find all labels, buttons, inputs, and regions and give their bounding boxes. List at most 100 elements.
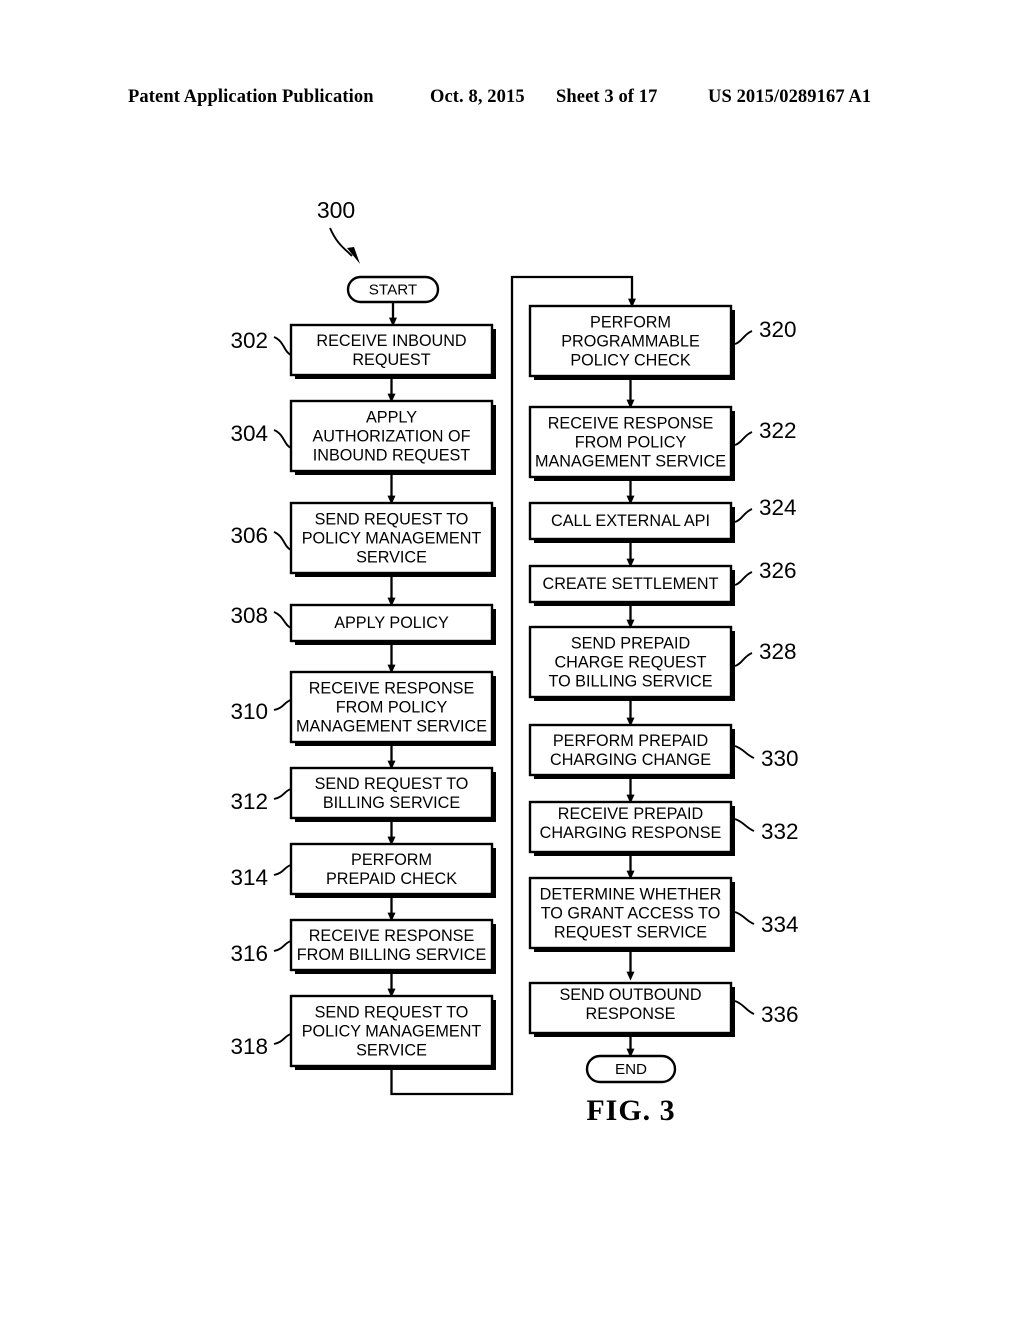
box-310-line-3: MANAGEMENT SERVICE [296,717,487,735]
box-310-line-1: RECEIVE RESPONSE [309,679,475,697]
end-terminator: END [585,1054,677,1084]
figure-300-flowchart: 300 START RECEIVE INBOUND REQUEST 302 AP… [0,0,1024,1320]
process-box-324: CALL EXTERNAL API [528,501,735,543]
leader-316 [273,940,292,952]
process-box-302: RECEIVE INBOUND REQUEST [289,323,496,379]
process-box-304: APPLY AUTHORIZATION OF INBOUND REQUEST [289,399,496,475]
leader-334 [734,911,755,925]
box-302-line-1: RECEIVE INBOUND [316,332,466,350]
box-312-line-2: BILLING SERVICE [323,794,461,812]
figure-caption: FIG. 3 [586,1094,675,1127]
box-324-line-1: CALL EXTERNAL API [551,512,710,530]
start-terminator: START [346,275,440,304]
leader-322 [734,431,753,446]
box-330-line-1: PERFORM PREPAID [553,732,708,750]
ref-number-304: 304 [230,421,268,446]
leader-324 [734,508,753,523]
box-318-line-3: SERVICE [356,1041,427,1059]
box-330-line-2: CHARGING CHANGE [550,751,711,769]
leader-330 [734,745,755,759]
ref-number-318: 318 [230,1034,268,1059]
box-334-line-1: DETERMINE WHETHER [540,885,722,903]
ref-number-310: 310 [230,699,268,724]
leader-318 [273,1033,292,1045]
flowchart-canvas: 300 START RECEIVE INBOUND REQUEST 302 AP… [230,197,799,1127]
box-316-line-2: FROM BILLING SERVICE [297,946,487,964]
leader-328 [734,652,753,667]
process-box-306: SEND REQUEST TO POLICY MANAGEMENT SERVIC… [289,501,496,577]
process-box-310: RECEIVE RESPONSE FROM POLICY MANAGEMENT … [289,670,496,746]
leader-308 [273,611,292,629]
ref-number-328: 328 [759,639,797,664]
process-box-330: PERFORM PREPAID CHARGING CHANGE [528,723,735,779]
diagram-number-arrowhead [347,247,360,264]
box-328-line-1: SEND PREPAID [571,634,690,652]
ref-number-308: 308 [230,603,268,628]
diagram-number-leader [329,227,353,257]
box-306-line-2: POLICY MANAGEMENT [302,529,482,547]
ref-number-316: 316 [230,941,268,966]
process-box-314: PERFORM PREPAID CHECK [289,842,496,898]
box-336-line-1: SEND OUTBOUND [559,986,701,1004]
ref-number-314: 314 [230,865,268,890]
process-box-316: RECEIVE RESPONSE FROM BILLING SERVICE [289,918,496,974]
box-322-line-2: FROM POLICY [575,433,687,451]
process-box-334: DETERMINE WHETHER TO GRANT ACCESS TO REQ… [528,876,735,952]
box-306-line-1: SEND REQUEST TO [315,510,469,528]
leader-336 [734,1000,755,1015]
process-box-308: APPLY POLICY [289,603,496,645]
leader-326 [734,571,753,586]
box-320-line-1: PERFORM [590,313,671,331]
ref-number-332: 332 [761,819,799,844]
process-box-312: SEND REQUEST TO BILLING SERVICE [289,766,496,822]
ref-number-334: 334 [761,912,799,937]
ref-number-306: 306 [230,523,268,548]
box-304-line-3: INBOUND REQUEST [313,446,471,464]
ref-number-312: 312 [230,789,268,814]
box-328-line-2: CHARGE REQUEST [554,653,706,671]
leader-310 [273,699,292,711]
leader-302 [273,336,292,356]
leader-320 [734,330,753,345]
box-326-line-1: CREATE SETTLEMENT [543,575,719,593]
leader-332 [734,818,755,832]
process-box-320: PERFORM PROGRAMMABLE POLICY CHECK [528,304,735,380]
box-320-line-3: POLICY CHECK [570,351,690,369]
box-320-line-2: PROGRAMMABLE [561,332,700,350]
end-terminator-label: END [615,1061,647,1078]
box-322-line-1: RECEIVE RESPONSE [548,414,714,432]
box-302-line-2: REQUEST [352,351,430,369]
box-332-line-1: RECEIVE PREPAID [558,805,703,823]
box-334-line-2: TO GRANT ACCESS TO [541,904,721,922]
box-304-line-1: APPLY [366,408,417,426]
leader-314 [273,864,292,876]
box-308-line-1: APPLY POLICY [334,614,449,632]
box-336-line-2: RESPONSE [586,1005,676,1023]
box-304-line-2: AUTHORIZATION OF [313,427,471,445]
leader-312 [273,788,292,800]
process-box-326: CREATE SETTLEMENT [528,564,735,606]
start-terminator-label: START [369,282,417,299]
box-334-line-3: REQUEST SERVICE [554,923,707,941]
box-306-line-3: SERVICE [356,548,427,566]
box-310-line-2: FROM POLICY [336,698,448,716]
box-312-line-1: SEND REQUEST TO [315,775,469,793]
box-318-line-2: POLICY MANAGEMENT [302,1022,482,1040]
process-box-332: RECEIVE PREPAID CHARGING RESPONSE [528,800,735,856]
box-332-line-2: CHARGING RESPONSE [540,824,722,842]
box-328-line-3: TO BILLING SERVICE [548,672,712,690]
ref-number-302: 302 [230,328,268,353]
leader-306 [273,531,292,551]
diagram-number-300: 300 [317,197,355,223]
box-316-line-1: RECEIVE RESPONSE [309,927,475,945]
process-box-322: RECEIVE RESPONSE FROM POLICY MANAGEMENT … [528,405,735,481]
process-box-318: SEND REQUEST TO POLICY MANAGEMENT SERVIC… [289,994,496,1070]
ref-number-336: 336 [761,1002,799,1027]
ref-number-320: 320 [759,317,797,342]
leader-304 [273,429,292,449]
box-318-line-1: SEND REQUEST TO [315,1003,469,1021]
box-314-line-1: PERFORM [351,851,432,869]
ref-number-326: 326 [759,558,797,583]
ref-number-322: 322 [759,418,797,443]
process-box-328: SEND PREPAID CHARGE REQUEST TO BILLING S… [528,625,735,701]
